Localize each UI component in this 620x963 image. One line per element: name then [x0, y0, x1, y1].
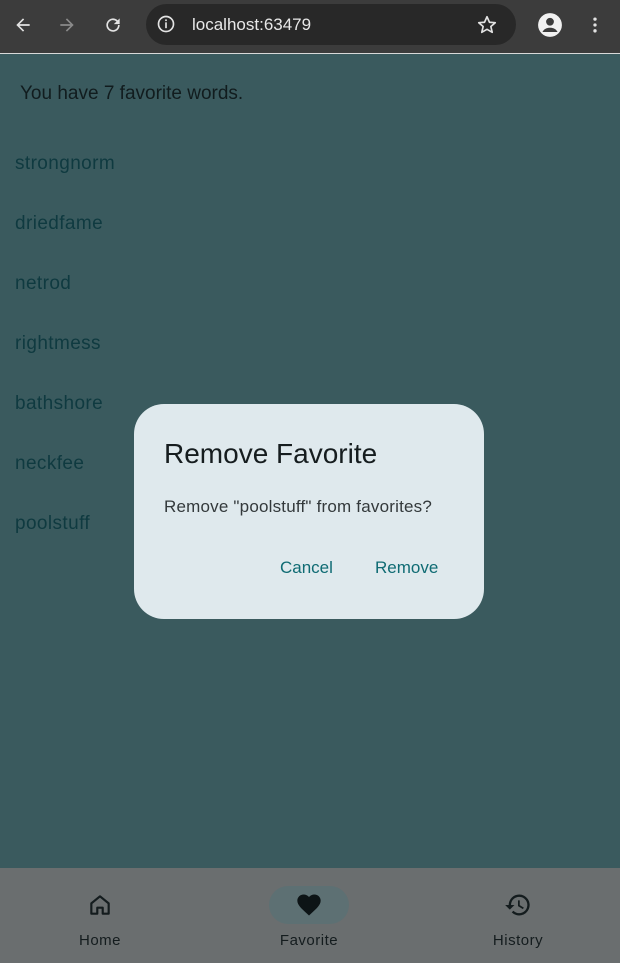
back-button[interactable]: [7, 9, 39, 41]
favorite-item[interactable]: poolstuff: [15, 510, 115, 570]
info-icon[interactable]: [156, 14, 176, 34]
nav-item-favorite[interactable]: Favorite: [209, 868, 409, 963]
address-bar[interactable]: localhost:63479: [146, 4, 516, 45]
heart-icon: [297, 894, 321, 916]
forward-button[interactable]: [51, 9, 83, 41]
url-text[interactable]: localhost:63479: [192, 15, 311, 35]
home-icon: [90, 895, 110, 915]
remove-button[interactable]: Remove: [375, 553, 438, 583]
favorites-count-text: You have 7 favorite words.: [20, 83, 244, 104]
reload-icon: [106, 18, 120, 32]
favorites-list: strongnorm driedfame netrod rightmess ba…: [15, 150, 115, 570]
nav-item-history[interactable]: History: [418, 868, 618, 963]
favorite-item[interactable]: rightmess: [15, 330, 115, 390]
cancel-button[interactable]: Cancel: [280, 553, 333, 583]
favorite-item[interactable]: netrod: [15, 270, 115, 330]
nav-indicator: [60, 886, 140, 924]
profile-button[interactable]: [534, 9, 566, 41]
nav-label-home: Home: [78, 932, 121, 949]
reload-button[interactable]: [97, 9, 129, 41]
favorite-item[interactable]: bathshore: [15, 390, 115, 450]
arrow-left-icon: [16, 18, 30, 32]
nav-label-history: History: [492, 932, 544, 949]
browser-toolbar: localhost:63479: [0, 0, 620, 54]
remove-favorite-dialog: Remove Favorite Remove "poolstuff" from …: [134, 404, 484, 619]
account-icon: [538, 13, 562, 37]
favorite-item[interactable]: driedfame: [15, 210, 115, 270]
nav-indicator-active: [269, 886, 349, 924]
star-icon[interactable]: [476, 14, 498, 36]
nav-item-home[interactable]: Home: [0, 868, 200, 963]
dialog-message: Remove "poolstuff" from favorites?: [164, 497, 433, 516]
menu-button[interactable]: [579, 9, 611, 41]
arrow-right-icon: [60, 18, 74, 32]
nav-indicator: [478, 886, 558, 924]
nav-label-favorite: Favorite: [279, 932, 339, 949]
dialog-title: Remove Favorite: [164, 438, 378, 469]
history-icon: [505, 894, 530, 916]
more-vert-icon: [593, 17, 597, 33]
favorite-item[interactable]: strongnorm: [15, 150, 115, 210]
favorite-item[interactable]: neckfee: [15, 450, 115, 510]
bottom-navigation: Home Favorite History: [0, 868, 620, 963]
